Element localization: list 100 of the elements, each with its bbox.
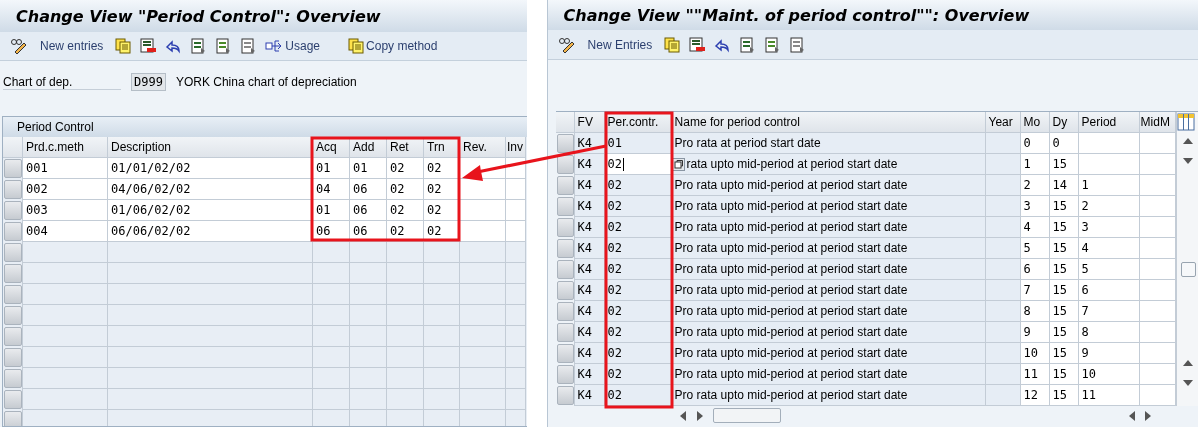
- table-cell[interactable]: 001: [23, 158, 108, 179]
- column-header[interactable]: Prd.c.meth: [23, 137, 108, 158]
- table-cell[interactable]: [424, 284, 460, 305]
- row-selector[interactable]: [556, 302, 574, 321]
- table-cell[interactable]: [23, 284, 108, 305]
- table-cell[interactable]: [387, 242, 424, 263]
- table-cell[interactable]: [1139, 217, 1176, 238]
- table-cell[interactable]: [23, 368, 108, 389]
- table-cell[interactable]: 10: [1020, 343, 1050, 364]
- table-cell[interactable]: K4: [574, 301, 605, 322]
- table-cell[interactable]: [506, 284, 526, 305]
- table-cell[interactable]: 6: [1078, 280, 1140, 301]
- table-cell[interactable]: 02: [387, 179, 424, 200]
- column-header[interactable]: Period: [1078, 112, 1140, 133]
- table-cell[interactable]: 8: [1020, 301, 1050, 322]
- table-cell[interactable]: [985, 154, 1021, 175]
- table-cell[interactable]: 10: [1078, 364, 1140, 385]
- table-cell[interactable]: 6: [1020, 259, 1050, 280]
- table-cell[interactable]: 8: [1078, 322, 1140, 343]
- table-cell[interactable]: [424, 305, 460, 326]
- row-selector[interactable]: [556, 323, 574, 342]
- table-cell[interactable]: [460, 347, 506, 368]
- row-selector[interactable]: [556, 344, 574, 363]
- table-cell[interactable]: [985, 322, 1021, 343]
- table-cell[interactable]: [506, 200, 526, 221]
- table-cell[interactable]: 3: [1078, 217, 1140, 238]
- scroll-up-icon[interactable]: [1182, 138, 1193, 144]
- table-cell[interactable]: [460, 305, 506, 326]
- table-cell[interactable]: 1: [1078, 175, 1140, 196]
- table-cell[interactable]: [1139, 133, 1176, 154]
- table-cell[interactable]: [506, 221, 526, 242]
- table-cell[interactable]: [424, 326, 460, 347]
- table-cell[interactable]: [460, 242, 506, 263]
- row-selector[interactable]: [4, 390, 22, 409]
- row-selector[interactable]: [4, 201, 22, 220]
- table-cell[interactable]: 12: [1020, 385, 1050, 406]
- table-cell[interactable]: [350, 263, 387, 284]
- table-cell[interactable]: 11: [1020, 364, 1050, 385]
- row-selector[interactable]: [4, 327, 22, 346]
- table-cell[interactable]: [985, 259, 1021, 280]
- table-cell[interactable]: [350, 284, 387, 305]
- table-cell[interactable]: Pro rata upto mid-period at period start date: [671, 217, 986, 238]
- scroll-up-icon[interactable]: [1182, 360, 1193, 366]
- table-cell[interactable]: [1139, 154, 1176, 175]
- table-cell[interactable]: K4: [574, 154, 605, 175]
- column-settings-icon[interactable]: [1176, 113, 1195, 131]
- column-header[interactable]: Inv: [506, 137, 526, 158]
- table-cell[interactable]: 04: [313, 179, 350, 200]
- table-cell[interactable]: [1139, 175, 1176, 196]
- table-cell[interactable]: [985, 280, 1021, 301]
- column-header[interactable]: Description: [108, 137, 313, 158]
- table-cell[interactable]: [313, 305, 350, 326]
- table-cell[interactable]: [506, 368, 526, 389]
- table-cell[interactable]: 1: [1020, 154, 1050, 175]
- table-cell[interactable]: [350, 305, 387, 326]
- row-selector[interactable]: [4, 264, 22, 283]
- table-cell[interactable]: 01/01/02/02: [108, 158, 313, 179]
- table-cell[interactable]: [387, 347, 424, 368]
- table-cell[interactable]: 15: [1049, 364, 1079, 385]
- row-selector[interactable]: [556, 239, 574, 258]
- table-cell[interactable]: 02: [424, 158, 460, 179]
- table-cell[interactable]: 5: [1078, 259, 1140, 280]
- table-cell[interactable]: Pro rata upto mid-period at period start date: [671, 364, 986, 385]
- table-cell[interactable]: 11: [1078, 385, 1140, 406]
- copy-method-button[interactable]: Copy method: [348, 38, 438, 54]
- table-cell[interactable]: [23, 326, 108, 347]
- table-cell[interactable]: [108, 326, 313, 347]
- row-selector[interactable]: [4, 348, 22, 367]
- row-selector[interactable]: [556, 176, 574, 195]
- table-cell[interactable]: [108, 242, 313, 263]
- table-cell[interactable]: Pro rata upto mid-period at period start date: [671, 238, 986, 259]
- table-cell[interactable]: [350, 347, 387, 368]
- table-cell[interactable]: K4: [574, 280, 605, 301]
- table-cell[interactable]: 9: [1020, 322, 1050, 343]
- table-cell[interactable]: [1139, 238, 1176, 259]
- table-cell[interactable]: 0: [1020, 133, 1050, 154]
- table-cell[interactable]: 01: [313, 200, 350, 221]
- table-cell[interactable]: [108, 389, 313, 410]
- scroll-thumb[interactable]: [712, 408, 781, 423]
- table-cell[interactable]: 15: [1049, 154, 1079, 175]
- table-cell[interactable]: [1078, 133, 1140, 154]
- select-all-icon[interactable]: [190, 38, 207, 54]
- table-cell[interactable]: 06: [350, 179, 387, 200]
- row-selector[interactable]: [556, 197, 574, 216]
- table-cell[interactable]: [350, 326, 387, 347]
- table-cell[interactable]: [387, 389, 424, 410]
- table-cell[interactable]: Pro rata upto mid-period at period start date: [671, 196, 986, 217]
- table-cell[interactable]: [313, 389, 350, 410]
- table-cell[interactable]: 0: [1049, 133, 1079, 154]
- table-cell[interactable]: [506, 326, 526, 347]
- table-cell[interactable]: Pro rata upto mid-period at period start date: [671, 175, 986, 196]
- table-cell[interactable]: Pro rata upto mid-period at period start date: [671, 301, 986, 322]
- scroll-down-icon[interactable]: [1182, 380, 1193, 386]
- deselect-all-icon[interactable]: [789, 36, 806, 53]
- table-cell[interactable]: [424, 389, 460, 410]
- table-cell[interactable]: 15: [1049, 301, 1079, 322]
- table-cell[interactable]: [460, 200, 506, 221]
- column-header[interactable]: Dy: [1049, 112, 1079, 133]
- scroll-left-icon[interactable]: [679, 410, 686, 421]
- table-cell[interactable]: 3: [1020, 196, 1050, 217]
